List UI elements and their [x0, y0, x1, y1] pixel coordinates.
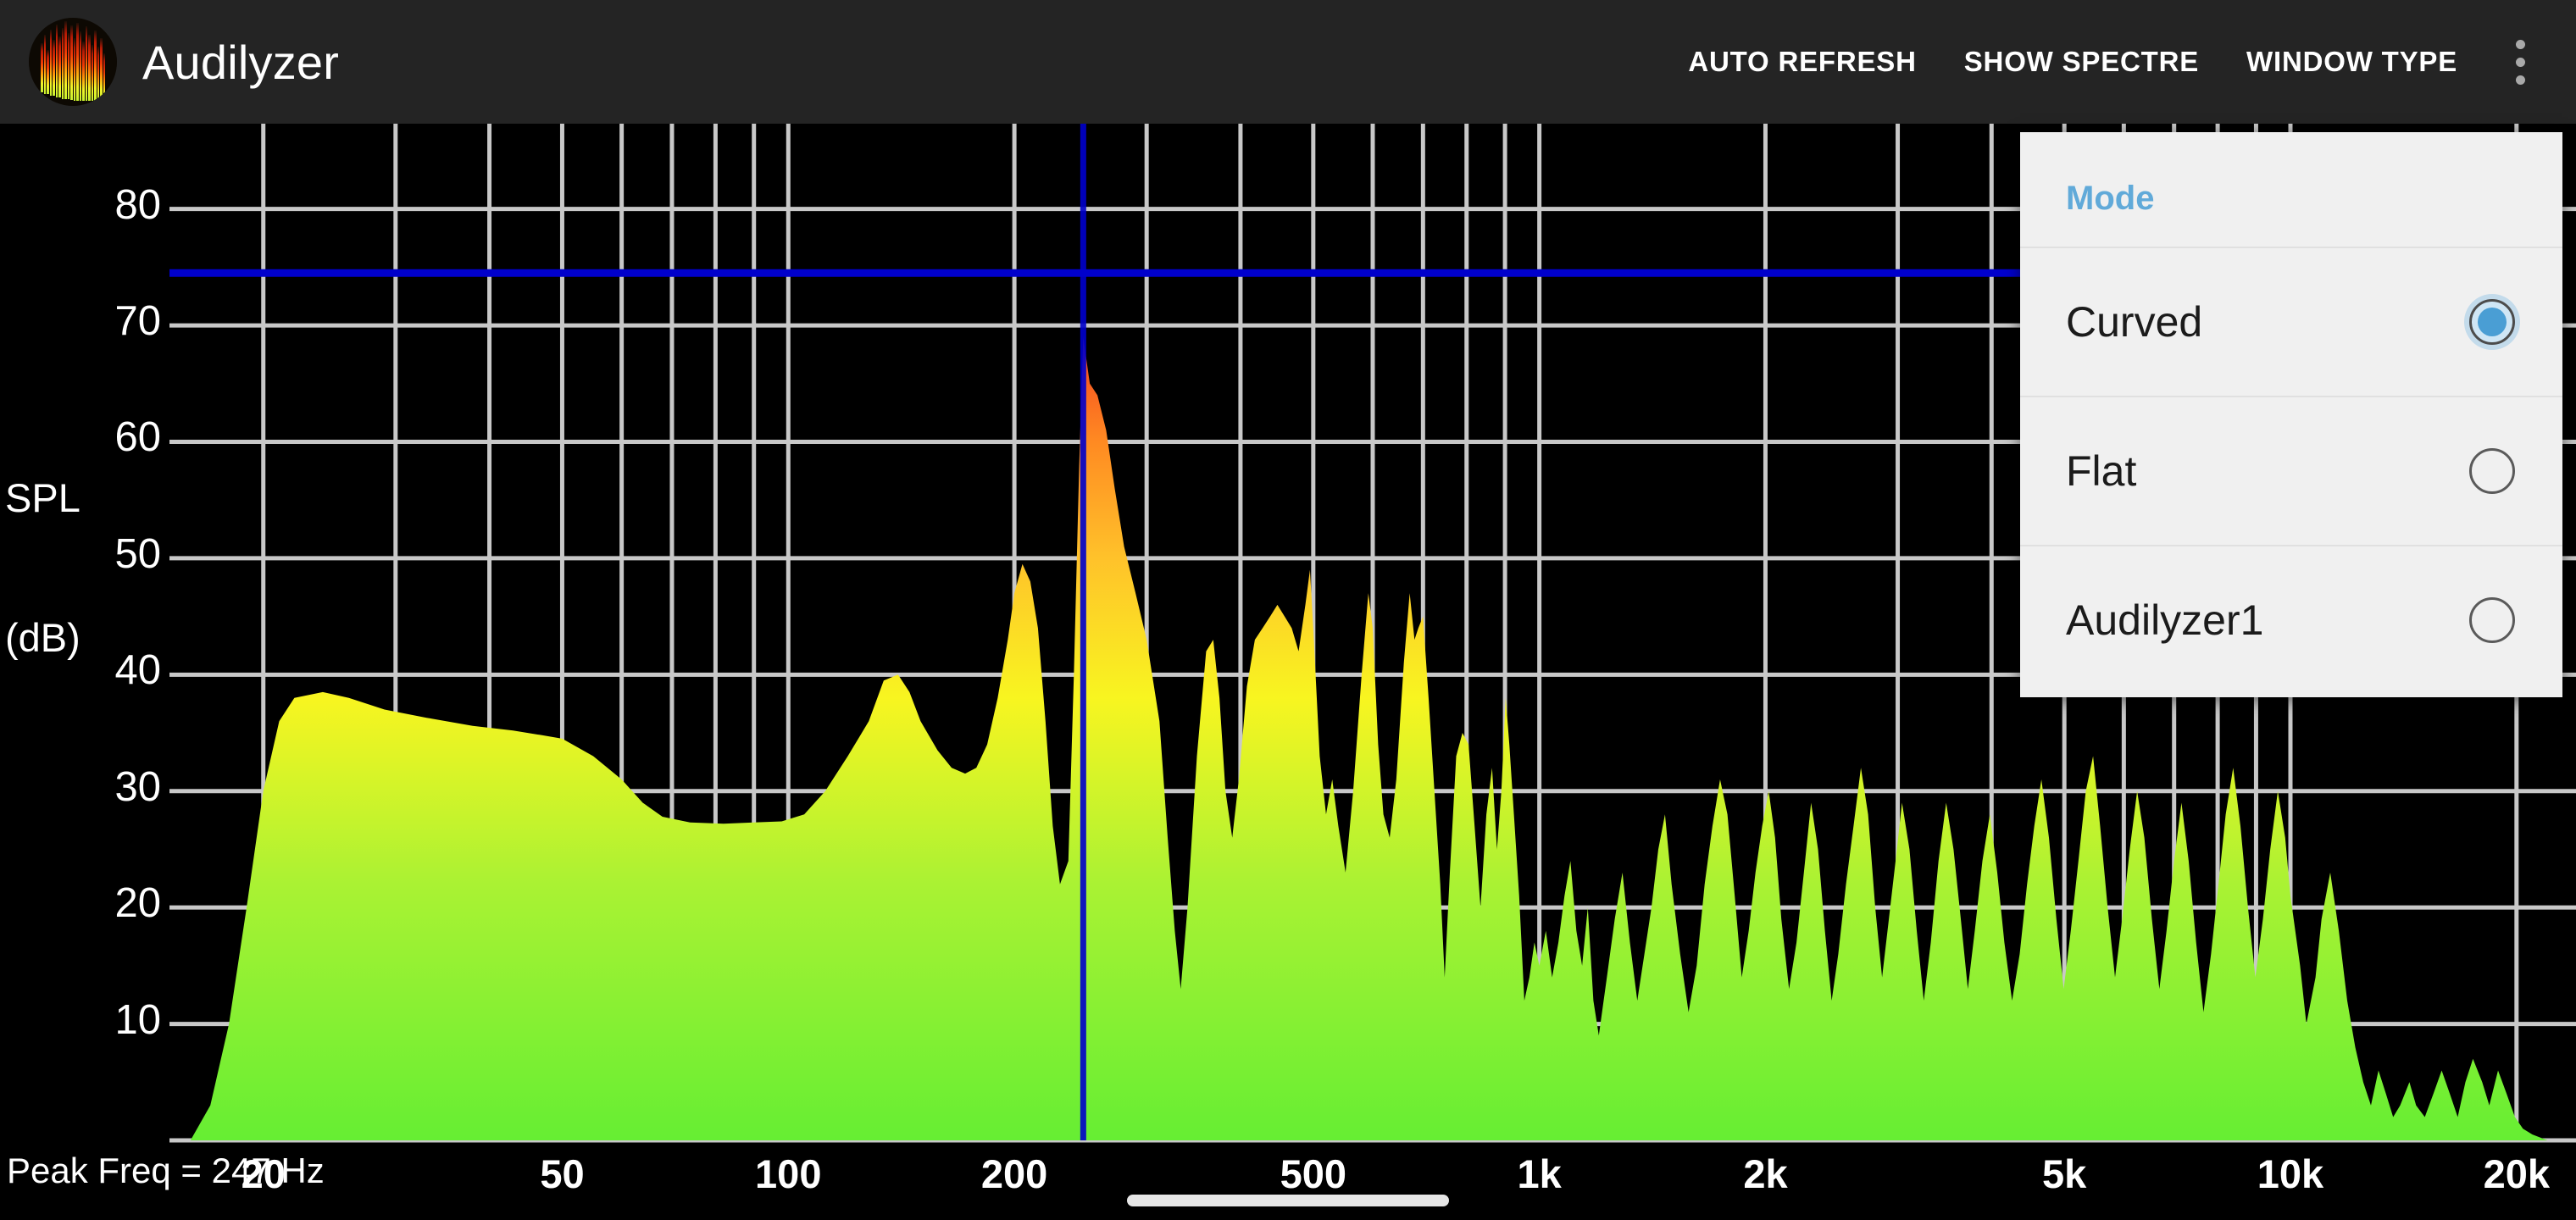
overflow-dot	[2515, 75, 2525, 85]
overflow-dot	[2515, 39, 2525, 49]
overflow-menu-icon[interactable]	[2488, 24, 2552, 100]
app-bar-actions: AUTO REFRESH SHOW SPECTRE WINDOW TYPE	[1664, 24, 2576, 100]
mode-option-label: Audilyzer1	[2066, 596, 2264, 644]
show-spectre-button[interactable]: SHOW SPECTRE	[1940, 46, 2223, 78]
mode-option-curved[interactable]: Curved	[2020, 247, 2562, 396]
mode-option-audilyzer1[interactable]: Audilyzer1	[2020, 545, 2562, 694]
page-title: Audilyzer	[142, 35, 340, 89]
mode-menu-title: Mode	[2066, 180, 2155, 217]
app-bar-brand: Audilyzer	[0, 18, 339, 106]
app-bar: Audilyzer AUTO REFRESH SHOW SPECTRE WIND…	[0, 0, 2576, 124]
auto-refresh-button[interactable]: AUTO REFRESH	[1664, 46, 1940, 78]
audilyzer-app-window: Audilyzer AUTO REFRESH SHOW SPECTRE WIND…	[0, 0, 2576, 1220]
window-type-button[interactable]: WINDOW TYPE	[2223, 46, 2481, 78]
audilyzer-spectrum-logo-icon	[29, 18, 117, 106]
radio-button-audilyzer1[interactable]	[2469, 597, 2515, 643]
mode-option-flat[interactable]: Flat	[2020, 396, 2562, 545]
radio-inner-dot	[2478, 308, 2507, 336]
peak-frequency-readout: Peak Freq = 247 Hz	[7, 1151, 325, 1190]
radio-button-curved[interactable]	[2469, 299, 2515, 345]
gesture-navigation-bar[interactable]	[1127, 1195, 1449, 1206]
mode-dropdown-menu[interactable]: Mode Curved Flat Audilyzer1	[2020, 132, 2562, 697]
radio-button-flat[interactable]	[2469, 448, 2515, 494]
overflow-dot	[2515, 57, 2525, 67]
mode-option-label: Curved	[2066, 298, 2203, 346]
mode-option-label: Flat	[2066, 447, 2137, 495]
